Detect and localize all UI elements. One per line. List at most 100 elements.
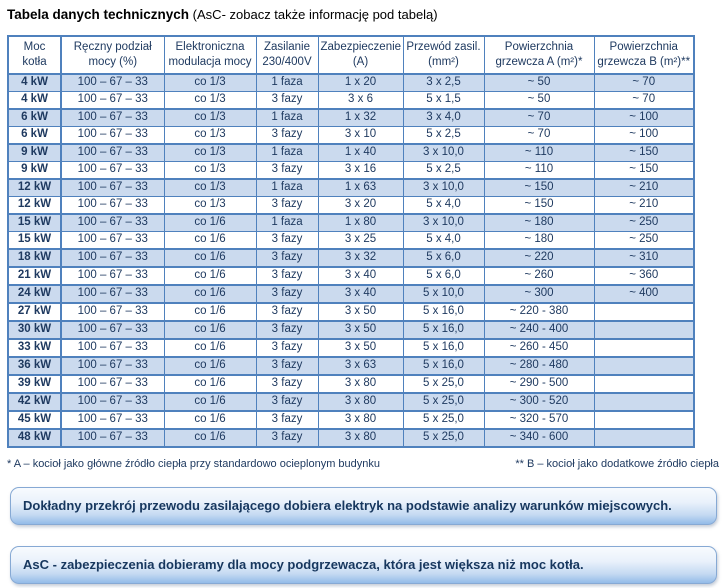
reczny-podzial-mocy-cell: 100 – 67 – 33 bbox=[61, 196, 164, 214]
elektroniczna-modulacja-cell: co 1/6 bbox=[164, 321, 256, 339]
powierzchnia-a-cell: ~ 70 bbox=[484, 109, 594, 127]
przewod-zasil-cell: 5 x 25,0 bbox=[403, 411, 484, 429]
column-header-powierzchnia-b: Powierzchnia grzewcza B (m²)** bbox=[594, 36, 694, 74]
zabezpieczenie-cell: 3 x 50 bbox=[318, 321, 403, 339]
powierzchnia-b-cell bbox=[594, 321, 694, 339]
zasilanie-cell: 1 faza bbox=[256, 214, 318, 232]
table-row: 9 kW100 – 67 – 33co 1/31 faza1 x 403 x 1… bbox=[8, 144, 694, 162]
powierzchnia-b-cell: ~ 150 bbox=[594, 144, 694, 162]
zabezpieczenie-cell: 3 x 50 bbox=[318, 303, 403, 321]
powierzchnia-b-cell: ~ 310 bbox=[594, 249, 694, 267]
powierzchnia-a-cell: ~ 220 - 380 bbox=[484, 303, 594, 321]
przewod-zasil-cell: 5 x 2,5 bbox=[403, 161, 484, 179]
zabezpieczenie-cell: 3 x 6 bbox=[318, 91, 403, 109]
moc-kotla-cell: 18 kW bbox=[8, 249, 61, 267]
powierzchnia-a-cell: ~ 280 - 480 bbox=[484, 357, 594, 375]
elektroniczna-modulacja-cell: co 1/3 bbox=[164, 161, 256, 179]
powierzchnia-a-cell: ~ 290 - 500 bbox=[484, 375, 594, 393]
elektroniczna-modulacja-cell: co 1/6 bbox=[164, 411, 256, 429]
footnote-b: ** B – kocioł jako dodatkowe źródło ciep… bbox=[515, 458, 719, 470]
table-row: 24 kW100 – 67 – 33co 1/63 fazy3 x 405 x … bbox=[8, 285, 694, 303]
przewod-zasil-cell: 5 x 4,0 bbox=[403, 231, 484, 249]
moc-kotla-cell: 24 kW bbox=[8, 285, 61, 303]
zabezpieczenie-cell: 3 x 80 bbox=[318, 393, 403, 411]
footnote-a: * A – kocioł jako główne źródło ciepła p… bbox=[7, 458, 380, 470]
table-row: 30 kW100 – 67 – 33co 1/63 fazy3 x 505 x … bbox=[8, 321, 694, 339]
moc-kotla-cell: 30 kW bbox=[8, 321, 61, 339]
przewod-zasil-cell: 5 x 25,0 bbox=[403, 393, 484, 411]
moc-kotla-cell: 42 kW bbox=[8, 393, 61, 411]
powierzchnia-a-cell: ~ 110 bbox=[484, 144, 594, 162]
zasilanie-cell: 3 fazy bbox=[256, 126, 318, 144]
powierzchnia-a-cell: ~ 110 bbox=[484, 161, 594, 179]
reczny-podzial-mocy-cell: 100 – 67 – 33 bbox=[61, 231, 164, 249]
przewod-zasil-cell: 5 x 6,0 bbox=[403, 267, 484, 285]
elektroniczna-modulacja-cell: co 1/6 bbox=[164, 375, 256, 393]
przewod-zasil-cell: 5 x 16,0 bbox=[403, 303, 484, 321]
przewod-zasil-cell: 5 x 25,0 bbox=[403, 429, 484, 447]
table-row: 4 kW100 – 67 – 33co 1/31 faza1 x 203 x 2… bbox=[8, 74, 694, 92]
powierzchnia-b-cell bbox=[594, 357, 694, 375]
zasilanie-cell: 1 faza bbox=[256, 179, 318, 197]
powierzchnia-b-cell: ~ 70 bbox=[594, 91, 694, 109]
zasilanie-cell: 3 fazy bbox=[256, 411, 318, 429]
reczny-podzial-mocy-cell: 100 – 67 – 33 bbox=[61, 126, 164, 144]
info-box-cable-cross-section: Dokładny przekrój przewodu zasilającego … bbox=[10, 487, 717, 525]
elektroniczna-modulacja-cell: co 1/6 bbox=[164, 429, 256, 447]
table-row: 36 kW100 – 67 – 33co 1/63 fazy3 x 635 x … bbox=[8, 357, 694, 375]
powierzchnia-a-cell: ~ 260 bbox=[484, 267, 594, 285]
powierzchnia-a-cell: ~ 50 bbox=[484, 91, 594, 109]
powierzchnia-b-cell: ~ 210 bbox=[594, 196, 694, 214]
moc-kotla-cell: 4 kW bbox=[8, 91, 61, 109]
zabezpieczenie-cell: 1 x 32 bbox=[318, 109, 403, 127]
reczny-podzial-mocy-cell: 100 – 67 – 33 bbox=[61, 179, 164, 197]
reczny-podzial-mocy-cell: 100 – 67 – 33 bbox=[61, 285, 164, 303]
table-row: 4 kW100 – 67 – 33co 1/33 fazy3 x 65 x 1,… bbox=[8, 91, 694, 109]
moc-kotla-cell: 27 kW bbox=[8, 303, 61, 321]
przewod-zasil-cell: 3 x 10,0 bbox=[403, 144, 484, 162]
page-title: Tabela danych technicznych (AsC- zobacz … bbox=[7, 7, 727, 22]
przewod-zasil-cell: 5 x 10,0 bbox=[403, 285, 484, 303]
zabezpieczenie-cell: 3 x 80 bbox=[318, 429, 403, 447]
elektroniczna-modulacja-cell: co 1/3 bbox=[164, 91, 256, 109]
zabezpieczenie-cell: 3 x 16 bbox=[318, 161, 403, 179]
powierzchnia-b-cell bbox=[594, 339, 694, 357]
powierzchnia-a-cell: ~ 70 bbox=[484, 126, 594, 144]
zabezpieczenie-cell: 1 x 80 bbox=[318, 214, 403, 232]
info-box-cable-text: Dokładny przekrój przewodu zasilającego … bbox=[23, 498, 672, 513]
reczny-podzial-mocy-cell: 100 – 67 – 33 bbox=[61, 91, 164, 109]
zasilanie-cell: 3 fazy bbox=[256, 393, 318, 411]
moc-kotla-cell: 15 kW bbox=[8, 231, 61, 249]
powierzchnia-b-cell bbox=[594, 393, 694, 411]
table-row: 48 kW100 – 67 – 33co 1/63 fazy3 x 805 x … bbox=[8, 429, 694, 447]
moc-kotla-cell: 21 kW bbox=[8, 267, 61, 285]
powierzchnia-b-cell: ~ 400 bbox=[594, 285, 694, 303]
powierzchnia-a-cell: ~ 180 bbox=[484, 231, 594, 249]
przewod-zasil-cell: 5 x 16,0 bbox=[403, 321, 484, 339]
powierzchnia-a-cell: ~ 180 bbox=[484, 214, 594, 232]
reczny-podzial-mocy-cell: 100 – 67 – 33 bbox=[61, 411, 164, 429]
elektroniczna-modulacja-cell: co 1/6 bbox=[164, 214, 256, 232]
zasilanie-cell: 3 fazy bbox=[256, 429, 318, 447]
column-header-przewod-zasil: Przewód zasil. (mm²) bbox=[403, 36, 484, 74]
table-row: 18 kW100 – 67 – 33co 1/63 fazy3 x 325 x … bbox=[8, 249, 694, 267]
table-row: 9 kW100 – 67 – 33co 1/33 fazy3 x 165 x 2… bbox=[8, 161, 694, 179]
zasilanie-cell: 3 fazy bbox=[256, 196, 318, 214]
table-row: 33 kW100 – 67 – 33co 1/63 fazy3 x 505 x … bbox=[8, 339, 694, 357]
przewod-zasil-cell: 3 x 2,5 bbox=[403, 74, 484, 92]
powierzchnia-b-cell bbox=[594, 429, 694, 447]
przewod-zasil-cell: 5 x 16,0 bbox=[403, 339, 484, 357]
table-row: 45 kW100 – 67 – 33co 1/63 fazy3 x 805 x … bbox=[8, 411, 694, 429]
powierzchnia-b-cell: ~ 250 bbox=[594, 231, 694, 249]
info-box-asc: AsC - zabezpieczenia dobieramy dla mocy … bbox=[10, 546, 717, 584]
zasilanie-cell: 3 fazy bbox=[256, 285, 318, 303]
powierzchnia-a-cell: ~ 260 - 450 bbox=[484, 339, 594, 357]
reczny-podzial-mocy-cell: 100 – 67 – 33 bbox=[61, 161, 164, 179]
elektroniczna-modulacja-cell: co 1/6 bbox=[164, 303, 256, 321]
reczny-podzial-mocy-cell: 100 – 67 – 33 bbox=[61, 429, 164, 447]
moc-kotla-cell: 6 kW bbox=[8, 126, 61, 144]
reczny-podzial-mocy-cell: 100 – 67 – 33 bbox=[61, 321, 164, 339]
moc-kotla-cell: 15 kW bbox=[8, 214, 61, 232]
powierzchnia-b-cell: ~ 100 bbox=[594, 126, 694, 144]
zasilanie-cell: 3 fazy bbox=[256, 91, 318, 109]
